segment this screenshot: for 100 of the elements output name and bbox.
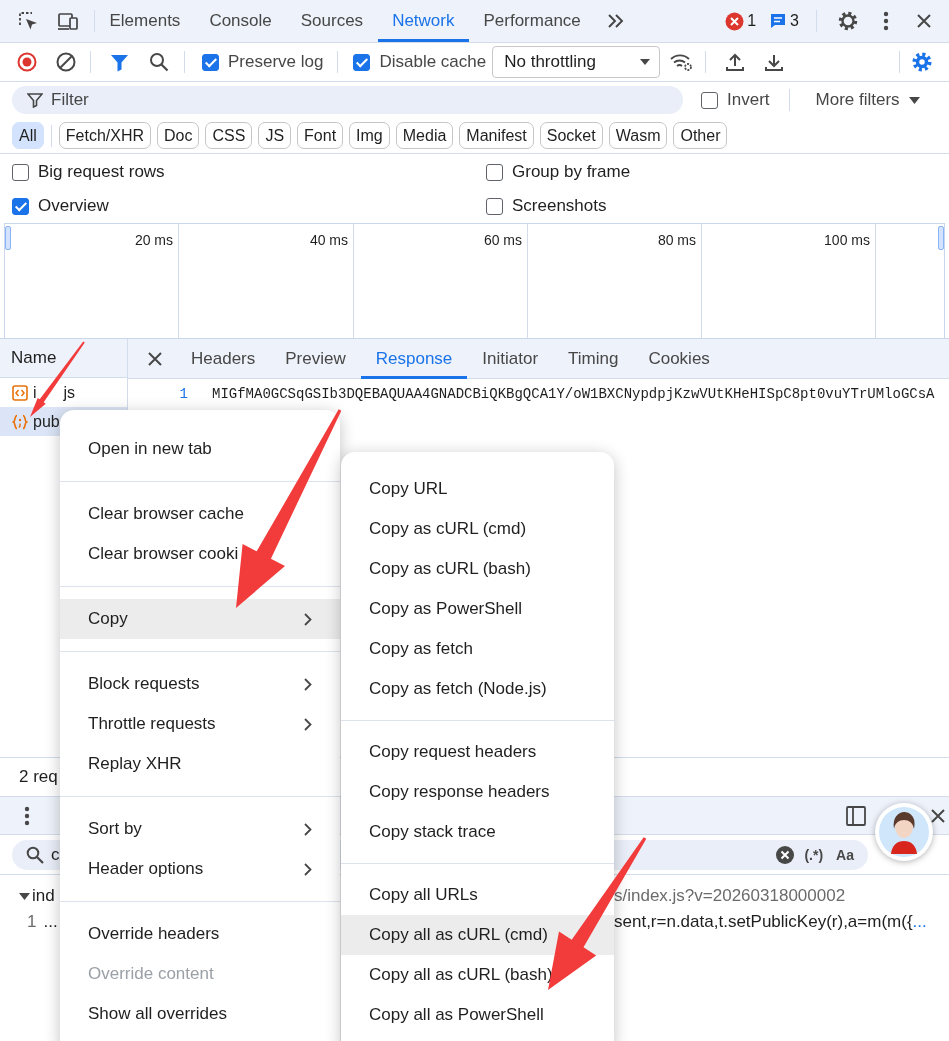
checkbox[interactable] <box>202 53 219 71</box>
checkbox[interactable] <box>12 197 29 215</box>
match-case-button[interactable]: Aa <box>836 846 854 863</box>
close-icon[interactable] <box>146 349 164 368</box>
clear-icon[interactable] <box>56 52 76 72</box>
request-row[interactable]: i js <box>0 378 127 407</box>
result-snippet: ... <box>43 912 58 932</box>
search-icon[interactable] <box>149 52 169 72</box>
menu-item[interactable]: Copy all as cURL (bash) <box>341 955 614 995</box>
filter-chip[interactable]: Font <box>297 122 344 149</box>
filter-chip[interactable]: Manifest <box>459 122 534 149</box>
checkbox[interactable] <box>486 197 503 215</box>
filter-icon[interactable] <box>110 52 129 72</box>
menu-item[interactable]: Copy as PowerShell <box>341 589 614 629</box>
menu-item[interactable]: Header options <box>60 849 340 889</box>
tick-label: 80 ms <box>657 232 696 248</box>
filter-chip[interactable]: Wasm <box>608 122 668 149</box>
menu-item[interactable]: Copy as cURL (cmd) <box>341 509 614 549</box>
clear-icon[interactable] <box>776 845 795 864</box>
status-text: 2 req <box>19 767 58 787</box>
settings-icon[interactable] <box>837 10 859 32</box>
inspect-icon[interactable] <box>17 10 39 32</box>
filter-chip[interactable]: CSS <box>205 122 253 149</box>
more-link[interactable]: ... <box>912 912 927 932</box>
more-filters-button[interactable]: More filters <box>815 90 920 110</box>
record-icon[interactable] <box>17 52 37 72</box>
tab[interactable]: Cookies <box>633 338 725 379</box>
tab[interactable]: Network <box>377 0 469 42</box>
menu-item[interactable]: Copy response headers <box>341 772 614 812</box>
close-icon[interactable] <box>929 806 947 825</box>
expanded-triangle-icon[interactable] <box>19 892 30 900</box>
wifi-gear-icon[interactable] <box>669 52 694 72</box>
checkbox[interactable] <box>12 163 29 181</box>
throttling-select[interactable]: No throttling <box>492 46 661 78</box>
menu-item[interactable]: Copy as fetch <box>341 629 614 669</box>
menu-item[interactable]: Copy <box>60 599 340 639</box>
request-name: i <box>33 383 37 402</box>
range-handle[interactable] <box>938 226 944 250</box>
menu-item[interactable]: Open in new tab <box>60 429 340 469</box>
close-icon[interactable] <box>915 12 933 30</box>
checkbox[interactable] <box>353 53 371 71</box>
menu-item[interactable]: Copy request headers <box>341 732 614 772</box>
regex-button[interactable]: (.*) <box>804 846 824 863</box>
menu-item[interactable]: Clear browser cache <box>60 494 340 534</box>
menu-item[interactable]: Copy as cURL (bash) <box>341 549 614 589</box>
caret-icon <box>640 59 651 65</box>
error-icon[interactable] <box>725 11 745 31</box>
menu-item[interactable]: Copy URL <box>341 469 614 509</box>
menu-item[interactable]: Copy as fetch (Node.js) <box>341 669 614 709</box>
json-file-icon <box>12 413 28 430</box>
tab[interactable]: Initiator <box>467 338 554 379</box>
column-header: Name <box>11 348 57 368</box>
filter-chip[interactable]: Socket <box>539 122 603 149</box>
script-file-icon <box>12 384 28 401</box>
filter-chip[interactable]: Media <box>395 122 454 149</box>
filter-chip[interactable]: Other <box>673 122 728 149</box>
filter-chip[interactable]: Doc <box>157 122 200 149</box>
menu-item[interactable]: Copy stack trace <box>341 812 614 852</box>
more-icon[interactable] <box>883 11 889 31</box>
more-icon[interactable] <box>24 805 30 826</box>
settings-icon[interactable] <box>911 51 933 73</box>
menu-item[interactable]: Clear browser cooki <box>60 534 340 574</box>
menu-item[interactable]: Copy all URLs <box>341 875 614 915</box>
checkbox[interactable] <box>701 91 718 109</box>
checkbox[interactable] <box>486 163 503 181</box>
filter-chip[interactable]: All <box>12 122 44 149</box>
tick-label: 20 ms <box>134 232 173 248</box>
menu-item[interactable]: Override headers <box>60 914 340 954</box>
dock-icon[interactable] <box>845 804 867 827</box>
filter-field[interactable]: Filter <box>12 86 683 114</box>
checkbox-label: Invert <box>727 90 770 110</box>
search-icon <box>26 845 44 864</box>
tab[interactable]: Headers <box>176 338 271 379</box>
checkbox-label: Preserve log <box>228 52 324 72</box>
menu-item[interactable]: Copy all as PowerShell <box>341 995 614 1035</box>
menu-item[interactable]: Block requests <box>60 664 340 704</box>
filter-chip[interactable]: Fetch/XHR <box>58 122 152 149</box>
tab[interactable]: Preview <box>270 338 361 379</box>
select-value: No throttling <box>504 52 596 72</box>
tab[interactable]: Timing <box>553 338 634 379</box>
upload-icon[interactable] <box>725 52 746 72</box>
filter-chip[interactable]: Img <box>349 122 390 149</box>
download-icon[interactable] <box>764 52 785 72</box>
menu-item[interactable]: Sort by <box>60 809 340 849</box>
result-snippet: sent,r=n.data,t.setPublicKey(r),a=m(m({ <box>614 912 913 932</box>
menu-item[interactable]: Throttle requests <box>60 704 340 744</box>
tab[interactable]: Sources <box>286 0 378 42</box>
tab[interactable]: Response <box>360 338 468 379</box>
tab[interactable]: Console <box>194 0 287 42</box>
range-handle[interactable] <box>5 226 11 250</box>
filter-chip[interactable]: JS <box>258 122 292 149</box>
message-icon[interactable] <box>769 12 788 30</box>
tab[interactable]: Elements <box>95 0 195 42</box>
device-icon[interactable] <box>57 10 79 32</box>
tick-label: 40 ms <box>309 232 348 248</box>
checkbox-label: Overview <box>38 196 109 216</box>
tab[interactable]: Performance <box>469 0 596 42</box>
menu-item[interactable]: Copy all as cURL (cmd) <box>341 915 614 955</box>
menu-item[interactable]: Show all overrides <box>60 994 340 1034</box>
menu-item[interactable]: Replay XHR <box>60 744 340 784</box>
